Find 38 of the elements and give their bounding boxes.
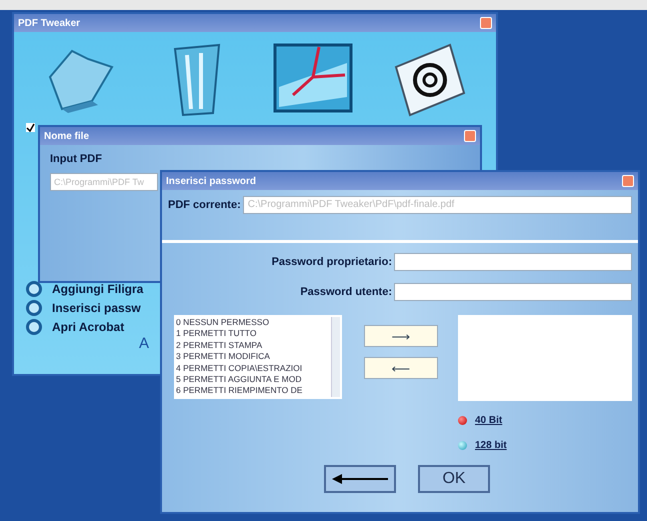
owner-password-label: Password proprietario: [270,256,392,268]
user-password-label: Password utente: [299,286,392,298]
scrollbar[interactable] [331,317,340,397]
radio-button[interactable] [26,300,42,316]
permission-item[interactable]: 2 PERMETTI STAMPA [176,340,331,352]
window-title: PDF Tweaker [18,18,80,28]
current-pdf-label: PDF corrente: [168,199,241,211]
encryption-link[interactable]: 40 Bit [475,415,502,426]
permission-item[interactable]: 3 PERMETTI MODIFICA [176,351,331,363]
radio-button[interactable] [26,319,42,335]
permission-item[interactable]: 6 PERMETTI RIEMPIMENTO DE [176,385,331,397]
permission-item[interactable]: 0 NESSUN PERMESSO [176,317,331,328]
option-label: Aggiungi Filigra [52,282,144,296]
remove-button[interactable]: ⟵ [364,357,438,379]
close-button[interactable] [464,130,476,142]
back-button[interactable] [324,465,396,493]
add-button[interactable]: ⟶ [364,325,438,347]
radio-button[interactable] [26,281,42,297]
option-label: Apri Acrobat [52,320,124,334]
arrow-left-icon [332,474,388,484]
footer-text: A [139,335,150,352]
close-button[interactable] [622,175,634,187]
permission-item[interactable]: 1 PERMETTI TUTTO [176,328,331,340]
close-button[interactable] [480,17,492,29]
password-field[interactable] [394,253,632,271]
permission-item[interactable]: 5 PERMETTI AGGIUNTA E MOD [176,374,331,386]
password-field[interactable] [394,283,632,301]
ok-button[interactable]: OK [418,465,490,493]
radio-button[interactable] [458,416,467,425]
radio-button[interactable] [458,441,467,450]
encryption-link[interactable]: 128 bit [475,440,507,451]
window-title: Nome file [44,130,90,142]
window-title: Inserisci password [166,176,256,186]
permission-list[interactable]: 0 NESSUN PERMESSO 1 PERMETTI TUTTO 2 PERMETTI STAMPA 3 PERMETTI MODIFICA 4 PERMETTI COPIA\ESTRAZIOI 5 PERMETTI AGGIUNTA E MOD 6 PERMETTI RIEMPIMENTO DE [174,315,342,399]
checkbox[interactable] [26,123,35,132]
permission-item[interactable]: 4 PERMETTI COPIA\ESTRAZIOI [176,362,331,374]
option-label: Inserisci passw [52,301,141,315]
input-label: Input PDF [50,153,103,165]
